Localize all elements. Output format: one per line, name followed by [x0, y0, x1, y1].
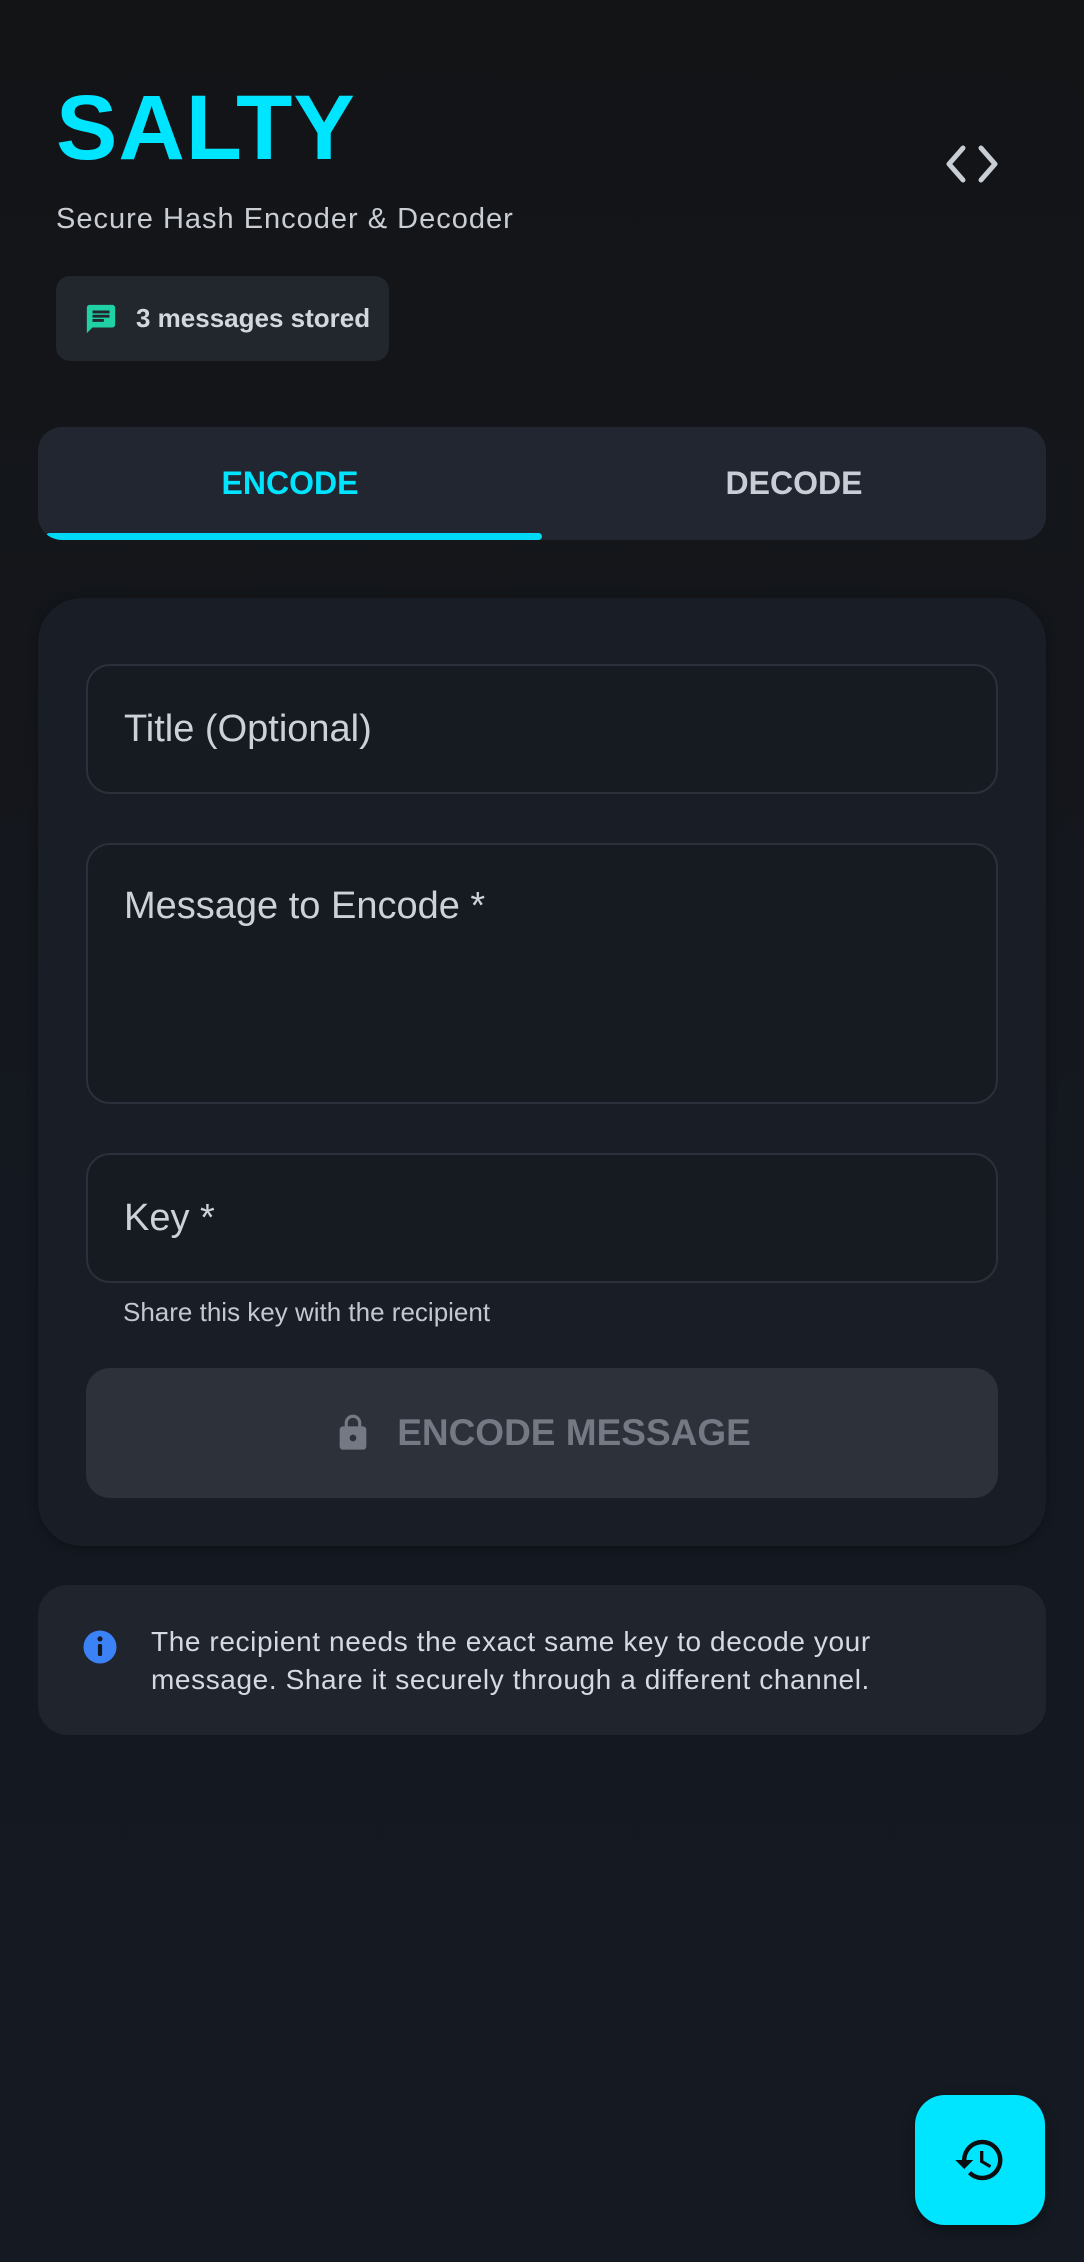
messages-stored-label: 3 messages stored	[136, 303, 371, 333]
message-field-placeholder: Message to Encode *	[124, 885, 486, 927]
key-info-card: The recipient needs the exact same key t…	[38, 1585, 1046, 1735]
title-field-placeholder: Title (Optional)	[124, 708, 372, 750]
code-view-button[interactable]	[936, 136, 1008, 192]
info-icon	[83, 1630, 117, 1664]
encode-form-card: Title (Optional) Message to Encode * Key…	[38, 598, 1046, 1546]
messages-stored-badge: 3 messages stored	[56, 276, 389, 361]
message-field[interactable]: Message to Encode *	[86, 843, 998, 1104]
code-brackets-icon	[946, 145, 998, 183]
active-tab-indicator	[46, 533, 542, 540]
key-field-placeholder: Key *	[124, 1197, 215, 1239]
encode-message-label: ENCODE MESSAGE	[397, 1412, 751, 1453]
key-field[interactable]: Key *	[86, 1153, 998, 1283]
mode-tabs: ENCODE DECODE	[38, 427, 1046, 540]
history-button[interactable]	[915, 2095, 1045, 2225]
history-icon	[955, 2139, 1003, 2181]
app-subtitle: Secure Hash Encoder & Decoder	[56, 203, 514, 235]
key-helper-text: Share this key with the recipient	[123, 1297, 491, 1327]
tab-decode[interactable]: DECODE	[542, 427, 1046, 540]
title-field[interactable]: Title (Optional)	[86, 664, 998, 794]
lock-icon	[333, 1410, 373, 1456]
chat-message-icon	[84, 302, 118, 336]
info-text: The recipient needs the exact same key t…	[151, 1626, 871, 1695]
tab-encode[interactable]: ENCODE	[38, 427, 542, 540]
app-title: SALTY	[56, 77, 356, 179]
encode-message-button[interactable]: ENCODE MESSAGE	[86, 1368, 998, 1498]
